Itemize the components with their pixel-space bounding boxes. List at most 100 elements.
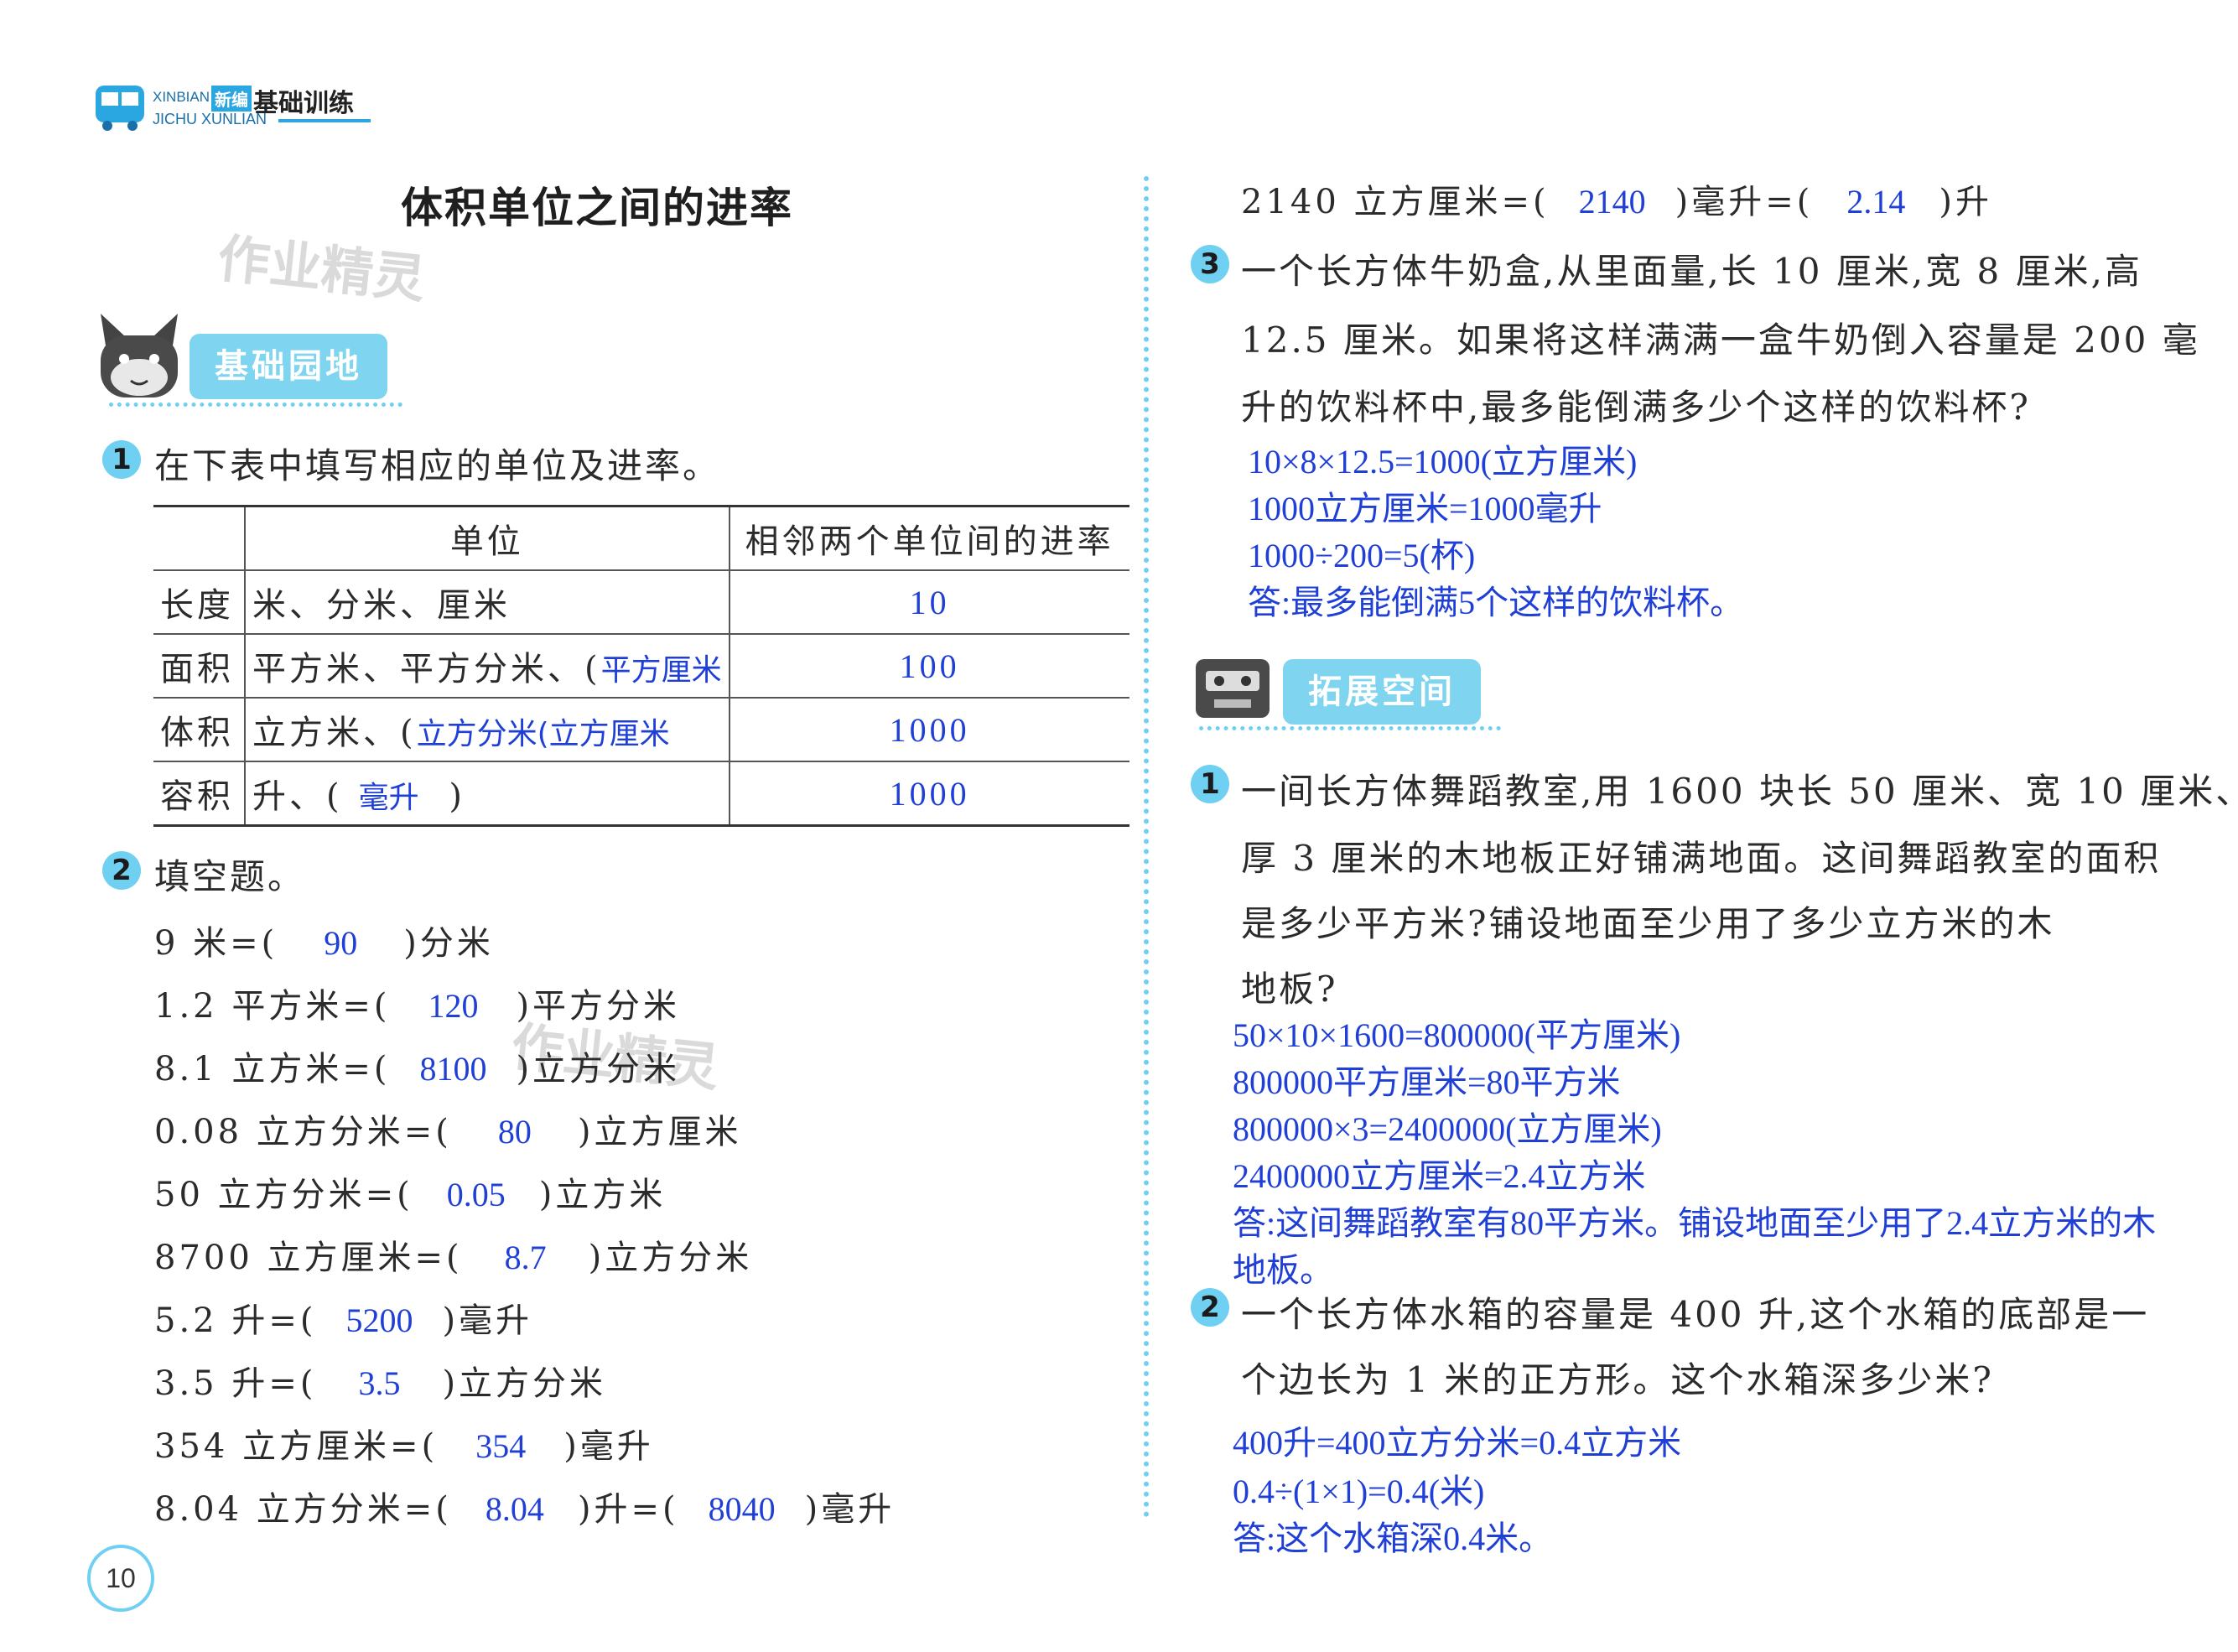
question-number-badge: 1: [1191, 765, 1229, 803]
fill-line: 8.1 立方米=(8100)立方分米: [154, 1042, 680, 1090]
table-header-cell: 相邻两个单位间的进率: [729, 505, 1129, 570]
table-row: 面积 平方米、平方分米、(平方厘米 100: [153, 633, 1129, 698]
table-cell-kind: 长度: [153, 569, 246, 634]
watermark: 作业精灵: [215, 227, 428, 310]
question-text: 一间长方体舞蹈教室,用 1600 块长 50 厘米、宽 10 厘米、: [1241, 771, 2238, 812]
page-number: 10: [87, 1545, 154, 1612]
fill-line: 5.2 升=( 5200 )毫升: [154, 1293, 532, 1342]
fill-line: 8.04 立方分米=(8.04)升=(8040)毫升: [154, 1482, 895, 1530]
table-cell-units: 平方米、平方分米、(平方厘米: [245, 633, 730, 698]
section-title-basics: 基础园地: [190, 334, 387, 399]
table-row: 容积 升、(毫升 ) 1000: [153, 761, 1129, 827]
answer-line: 1000÷200=5(杯): [1248, 537, 1476, 574]
question-text: 升的饮料杯中,最多能倒满多少个这样的饮料杯?: [1241, 387, 2031, 428]
question-number-badge: 1: [102, 440, 141, 479]
question-text: 厚 3 厘米的木地板正好铺满地面。这间舞蹈教室的面积: [1241, 838, 2162, 879]
table-header-row: 单位 相邻两个单位间的进率: [153, 505, 1129, 570]
page-title: 体积单位之间的进率: [401, 184, 793, 232]
fill-answer: 8.7: [504, 1239, 547, 1276]
table-cell-units: 米、分米、厘米: [245, 569, 730, 634]
answer-line: 2400000立方厘米=2.4立方米: [1233, 1157, 1646, 1195]
fill-text: 50 立方分米=(: [154, 1176, 413, 1214]
fill-text: 5.2 升=(: [154, 1301, 317, 1340]
brand-title: 基础训练: [253, 89, 354, 118]
fill-text: )分米: [403, 924, 494, 963]
fill-text: 0.08 立方分米=(: [154, 1113, 452, 1151]
fill-text: )立方分米: [588, 1239, 753, 1277]
question-text: 一个长方体牛奶盒,从里面量,长 10 厘米,宽 8 厘米,高: [1241, 251, 2142, 292]
fill-answer: 80: [497, 1113, 532, 1151]
fill-answer: 3.5: [358, 1364, 401, 1402]
fill-text: 8.04 立方分米=(: [154, 1490, 452, 1529]
table-cell-rate: 100: [729, 633, 1129, 698]
answer-line: 地板。: [1233, 1251, 1333, 1289]
fill-answer: 2140: [1578, 183, 1646, 221]
answer-line: 800000平方厘米=80平方米: [1233, 1063, 1621, 1101]
fill-line: 8700 立方厘米=( 8.7 )立方分米: [154, 1230, 752, 1279]
question-text: 填空题。: [154, 856, 306, 897]
answer-line: 0.4÷(1×1)=0.4(米): [1233, 1473, 1485, 1510]
answer-line: 答:这个水箱深0.4米。: [1233, 1520, 1553, 1557]
section-underline: [1199, 726, 1501, 730]
fill-line: 9 米=( 90 )分米: [154, 916, 494, 964]
fill-answer: 立方分米(立方厘米: [416, 717, 670, 751]
fill-text: 3.5 升=(: [154, 1364, 317, 1403]
page-divider: [1144, 176, 1149, 1518]
table-cell-kind: 面积: [153, 633, 246, 698]
fill-text: )升: [1939, 183, 1992, 221]
fill-answer: 90: [324, 924, 358, 962]
fill-answer: 平方厘米: [600, 653, 722, 688]
fill-text: )毫升: [442, 1301, 533, 1340]
answer-line: 答:最多能倒满5个这样的饮料杯。: [1248, 584, 1744, 621]
answer-line: 400升=400立方分米=0.4立方米: [1233, 1424, 1682, 1462]
table-cell-rate: 10: [729, 569, 1129, 634]
table-cell-kind: 容积: [153, 761, 246, 827]
table-cell-rate: 1000: [729, 697, 1129, 761]
fill-text: 8.1 立方米=(: [154, 1050, 391, 1088]
question-text: 地板?: [1241, 969, 1338, 1010]
question-text: 一个长方体水箱的容量是 400 升,这个水箱的底部是一: [1241, 1294, 2150, 1335]
question-number-badge: 3: [1191, 245, 1229, 283]
unit-table: 单位 相邻两个单位间的进率 长度 米、分米、厘米 10 面积 平方米、平方分米、…: [153, 505, 1129, 827]
question-number-badge: 2: [102, 851, 141, 890]
fill-text: )毫升=(: [1675, 183, 1814, 221]
table-header-cell: [153, 505, 246, 570]
fill-answer: 2.14: [1846, 183, 1906, 221]
fill-line: 50 立方分米=(0.05)立方米: [154, 1167, 666, 1216]
fill-answer: 354: [475, 1427, 527, 1465]
fill-answer: 毫升: [358, 781, 419, 815]
units-text: 升、(: [252, 777, 343, 816]
table-row: 体积 立方米、(立方分米(立方厘米 1000: [153, 697, 1129, 761]
fill-text: )立方厘米: [577, 1113, 742, 1151]
robot-mascot-icon: [1196, 659, 1270, 718]
table-cell-units: 升、( 毫升 ): [245, 761, 730, 827]
fill-text: 9 米=(: [154, 924, 278, 963]
fill-text: )毫升: [563, 1427, 654, 1466]
fill-line: 2140 立方厘米=(2140)毫升=(2.14)升: [1241, 174, 1992, 223]
question-text: 个边长为 1 米的正方形。这个水箱深多少米?: [1241, 1359, 1994, 1400]
fill-answer: 120: [428, 987, 479, 1025]
fill-answer: 5200: [345, 1301, 413, 1339]
fill-text: )毫升: [804, 1490, 896, 1529]
fill-line: 1.2 平方米=(120)平方分米: [154, 979, 680, 1027]
fill-line: 0.08 立方分米=( 80 )立方厘米: [154, 1104, 742, 1153]
fill-text: 8700 立方厘米=(: [154, 1239, 463, 1277]
answer-line: 1000立方厘米=1000毫升: [1248, 490, 1602, 527]
brand-pinyin-bottom: JICHU XUNLIAN: [153, 111, 267, 127]
brand-tag: 新编: [211, 86, 252, 112]
fill-text: 1.2 平方米=(: [154, 987, 391, 1026]
section-title-extension: 拓展空间: [1283, 659, 1481, 725]
table-row: 长度 米、分米、厘米 10: [153, 569, 1129, 634]
fill-text: )立方分米: [442, 1364, 607, 1403]
brand-logo: XINBIAN 新编 基础训练 JICHU XUNLIAN: [94, 81, 379, 139]
units-text: ): [434, 777, 465, 816]
brand-pinyin-top: XINBIAN: [153, 89, 210, 105]
section-underline: [109, 403, 402, 407]
rabbit-mascot-icon: [101, 314, 178, 397]
units-text: 立方米、(: [252, 714, 417, 752]
question-text: 在下表中填写相应的单位及进率。: [154, 445, 721, 486]
fill-answer: 8.04: [485, 1490, 544, 1528]
fill-text: 354 立方厘米=(: [154, 1427, 439, 1466]
table-header-cell: 单位: [245, 505, 730, 570]
answer-line: 50×10×1600=800000(平方厘米): [1233, 1016, 1681, 1054]
